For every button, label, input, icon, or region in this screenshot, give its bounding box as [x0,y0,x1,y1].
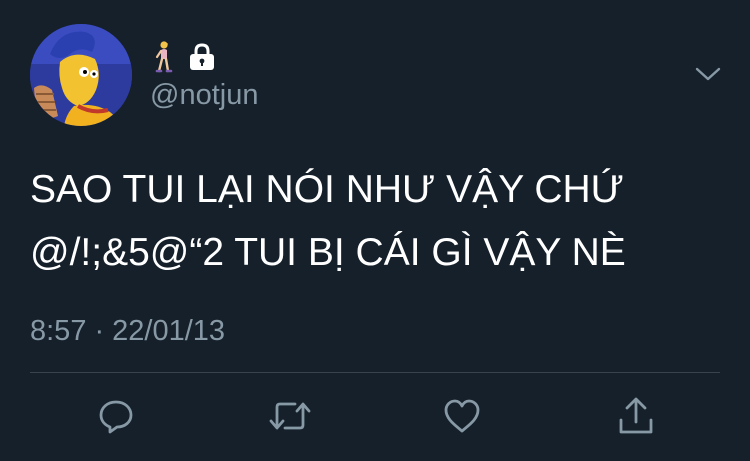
like-icon [444,399,480,433]
like-button[interactable] [438,392,486,440]
display-name-row [152,40,216,74]
avatar[interactable] [30,24,132,126]
share-button[interactable] [612,392,660,440]
retweet-icon [269,402,311,430]
user-handle[interactable]: @notjun [150,78,258,112]
retweet-button[interactable] [266,392,314,440]
action-bar [0,392,750,440]
timestamp-separator: · [94,315,105,347]
share-icon [619,397,653,434]
woman-walking-icon [152,41,174,73]
divider [30,372,720,373]
tweet-time: 8:57 [30,315,87,347]
tweet-card: @notjun SAO TUI LẠI NÓI NHƯ VẬY CHỨ @/!;… [0,0,750,461]
reply-button[interactable] [92,392,140,440]
lock-icon [188,42,216,72]
avatar-image [30,24,132,126]
tweet-timestamp: 8:57 · 22/01/13 [30,312,225,350]
reply-icon [99,400,133,434]
tweet-text: SAO TUI LẠI NÓI NHƯ VẬY CHỨ @/!;&5@“2 TU… [30,168,626,274]
tweet-date: 22/01/13 [112,315,226,347]
chevron-down-icon[interactable] [694,62,722,86]
